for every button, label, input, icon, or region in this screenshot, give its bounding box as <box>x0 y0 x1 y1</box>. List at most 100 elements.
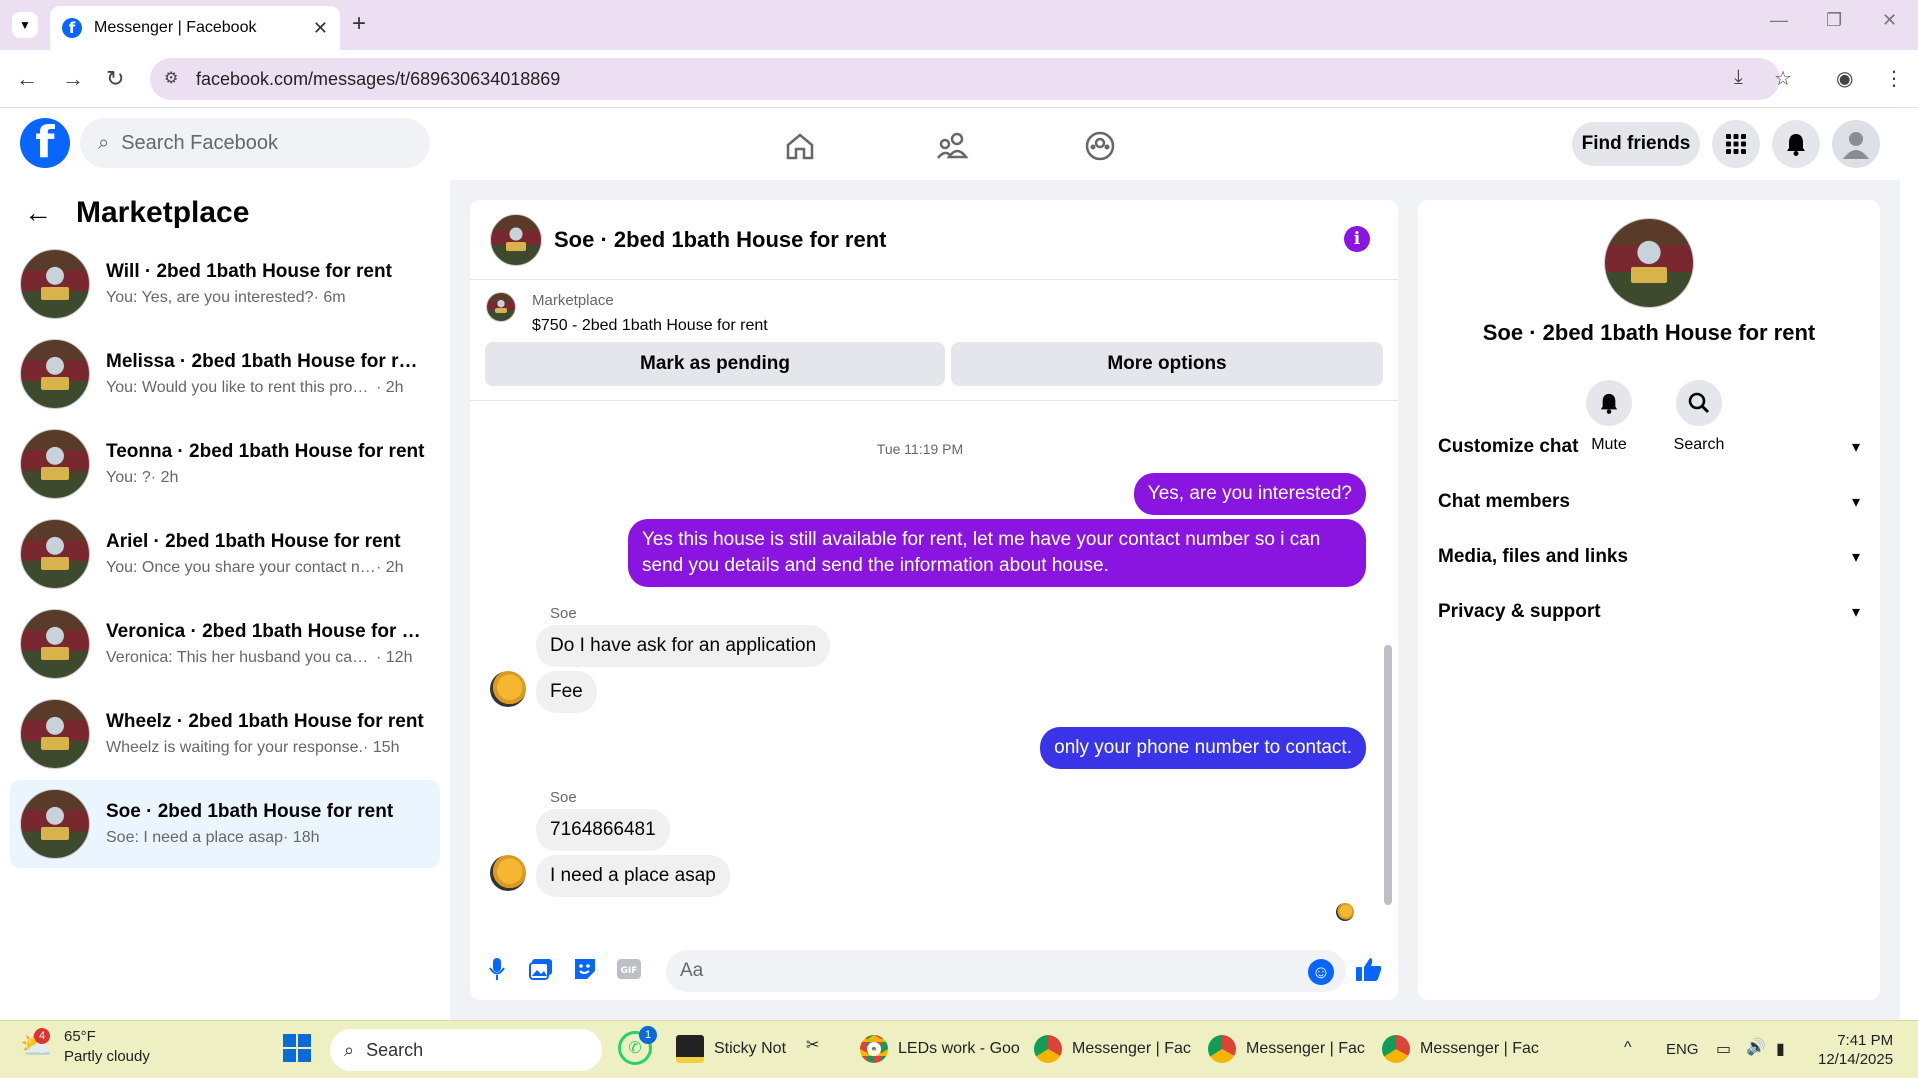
conversation-item[interactable]: Will · 2bed 1bath House for rent You: Ye… <box>10 240 440 328</box>
restore-icon[interactable]: ❐ <box>1826 10 1842 31</box>
snipping-tool-icon[interactable]: ✂ <box>806 1035 819 1055</box>
volume-icon[interactable]: 🔊 <box>1746 1037 1766 1057</box>
thumbs-up-icon[interactable] <box>1354 954 1384 984</box>
conversation-item[interactable]: Wheelz · 2bed 1bath House for rent Wheel… <box>10 690 440 778</box>
conversation-item[interactable]: Ariel · 2bed 1bath House for rent You: O… <box>10 510 440 598</box>
chat-avatar[interactable] <box>490 213 542 266</box>
incoming-message[interactable]: I need a place asap <box>536 855 730 897</box>
message-input[interactable]: Aa ☺ <box>666 950 1346 992</box>
taskbar-app-chrome[interactable]: Messenger | Fac <box>1382 1035 1539 1063</box>
page-scrollbar[interactable] <box>1900 108 1918 1020</box>
scrollbar-thumb[interactable] <box>1384 645 1392 905</box>
browser-menu-icon[interactable]: ⋮ <box>1884 66 1904 91</box>
emoji-icon[interactable]: ☺ <box>1308 959 1334 985</box>
taskbar-app-chrome[interactable]: LEDs work - Goo <box>860 1035 1020 1063</box>
photo-icon[interactable] <box>526 954 556 984</box>
conversation-preview: Soe: I need a place asap <box>106 829 284 846</box>
clock-date: 12/14/2025 <box>1818 1051 1894 1068</box>
conversation-item[interactable]: Veronica · 2bed 1bath House for re... Ve… <box>10 600 440 688</box>
privacy-support-section[interactable]: Privacy & support ▾ <box>1438 587 1860 637</box>
chevron-up-icon[interactable]: ^ <box>1624 1039 1632 1057</box>
tab-title: Messenger | Facebook <box>94 19 257 36</box>
taskbar-app-chrome[interactable]: Messenger | Fac <box>1034 1035 1191 1063</box>
bell-icon <box>1586 380 1632 426</box>
listing-price: $750 - 2bed 1bath House for rent <box>532 317 768 334</box>
facebook-logo-icon[interactable]: f <box>20 118 70 168</box>
notifications-bell-icon[interactable] <box>1772 120 1820 168</box>
chat-title[interactable]: Soe · 2bed 1bath House for rent <box>554 227 887 253</box>
mark-as-pending-button[interactable]: Mark as pending <box>485 342 945 386</box>
microphone-icon[interactable] <box>482 954 512 984</box>
minimize-icon[interactable]: — <box>1770 10 1788 31</box>
sender-emoji-avatar[interactable] <box>490 855 526 891</box>
incoming-message[interactable]: Fee <box>536 671 597 713</box>
close-tab-icon[interactable]: ✕ <box>313 18 328 39</box>
install-app-icon[interactable]: ⤓ <box>1734 66 1743 89</box>
friends-icon[interactable] <box>932 126 972 166</box>
back-arrow-icon[interactable]: ← <box>16 66 38 92</box>
weather-widget[interactable]: ⛅ 4 65°F Partly cloudy <box>20 1027 150 1067</box>
address-bar[interactable]: ⚙ facebook.com/messages/t/68963063401886… <box>150 58 1780 100</box>
chat-members-section[interactable]: Chat members ▾ <box>1438 477 1860 527</box>
profile-avatar[interactable] <box>1604 218 1694 308</box>
conversation-name: Melissa · 2bed 1bath House for rent <box>106 351 426 372</box>
conversation-item[interactable]: Teonna · 2bed 1bath House for rent You: … <box>10 420 440 508</box>
info-icon[interactable]: i <box>1344 226 1370 252</box>
customize-chat-section[interactable]: Customize chat ▾ <box>1438 422 1860 472</box>
account-avatar[interactable] <box>1832 120 1880 168</box>
windows-start-icon[interactable] <box>282 1033 312 1063</box>
taskbar-app-label: Sticky Not <box>714 1040 787 1057</box>
media-files-links-section[interactable]: Media, files and links ▾ <box>1438 532 1860 582</box>
conversation-item-active[interactable]: Soe · 2bed 1bath House for rent Soe: I n… <box>10 780 440 868</box>
menu-grid-icon[interactable] <box>1712 120 1760 168</box>
sender-emoji-avatar[interactable] <box>490 671 526 707</box>
weather-temp: 65°F <box>64 1028 96 1045</box>
taskbar-search[interactable]: ⌕ Search <box>330 1029 602 1071</box>
taskbar-clock[interactable]: 7:41 PM 12/14/2025 <box>1818 1031 1893 1069</box>
outgoing-message[interactable]: only your phone number to contact. <box>1040 727 1366 769</box>
messenger-content: ← Marketplace Will · 2bed 1bath House fo… <box>0 180 1900 1020</box>
chat-header: Soe · 2bed 1bath House for rent i <box>470 200 1398 280</box>
reload-icon[interactable]: ↻ <box>106 66 124 92</box>
more-options-button[interactable]: More options <box>951 342 1383 386</box>
network-icon[interactable]: ▭ <box>1716 1039 1731 1059</box>
conversation-name: Wheelz · 2bed 1bath House for rent <box>106 711 424 732</box>
browser-tab-messenger[interactable]: f Messenger | Facebook ✕ <box>50 6 340 50</box>
svg-text:GIF: GIF <box>621 966 638 976</box>
window-close-icon[interactable]: ✕ <box>1882 10 1897 31</box>
tab-search-dropdown[interactable]: ▼ <box>12 12 38 38</box>
search-placeholder: Search Facebook <box>121 131 278 154</box>
house-avatar <box>20 699 90 769</box>
whatsapp-icon[interactable]: ✆ 1 <box>618 1026 657 1065</box>
language-indicator[interactable]: ENG <box>1666 1041 1699 1058</box>
taskbar-search-label: Search <box>366 1039 424 1060</box>
site-info-icon[interactable]: ⚙ <box>164 68 178 88</box>
search-icon <box>1676 380 1722 426</box>
sender-name: Soe <box>550 789 577 806</box>
find-friends-button[interactable]: Find friends <box>1572 122 1700 166</box>
back-arrow-icon[interactable]: ← <box>24 197 52 229</box>
gif-icon[interactable]: GIF <box>614 954 644 984</box>
bookmark-star-icon[interactable]: ☆ <box>1774 66 1792 91</box>
conversation-item[interactable]: Melissa · 2bed 1bath House for rent You:… <box>10 330 440 418</box>
incoming-message[interactable]: Do I have ask for an application <box>536 625 831 667</box>
outgoing-message[interactable]: Yes, are you interested? <box>1133 473 1366 515</box>
taskbar-app-sticky-notes[interactable]: Sticky Not <box>676 1035 786 1063</box>
facebook-search-input[interactable]: ⌕ Search Facebook <box>80 118 430 168</box>
sticker-icon[interactable] <box>570 954 600 984</box>
sticky-notes-icon <box>676 1035 704 1063</box>
outgoing-message[interactable]: Yes this house is still available for re… <box>628 519 1366 587</box>
message-scrollbar[interactable] <box>1382 415 1392 930</box>
battery-icon[interactable]: ▮ <box>1776 1039 1785 1059</box>
section-label: Customize chat <box>1438 436 1579 457</box>
taskbar-app-chrome[interactable]: Messenger | Fac <box>1208 1035 1365 1063</box>
new-tab-icon[interactable]: + <box>352 10 366 38</box>
conversation-time: · 12h <box>376 649 413 666</box>
home-icon[interactable] <box>780 126 820 166</box>
profile-icon[interactable]: ◉ <box>1836 66 1853 91</box>
incoming-message[interactable]: 7164866481 <box>536 809 670 851</box>
marketplace-listing[interactable]: Marketplace $750 - 2bed 1bath House for … <box>486 292 768 335</box>
forward-arrow-icon[interactable]: → <box>62 66 84 92</box>
groups-icon[interactable] <box>1080 126 1120 166</box>
search-icon: ⌕ <box>98 131 110 154</box>
